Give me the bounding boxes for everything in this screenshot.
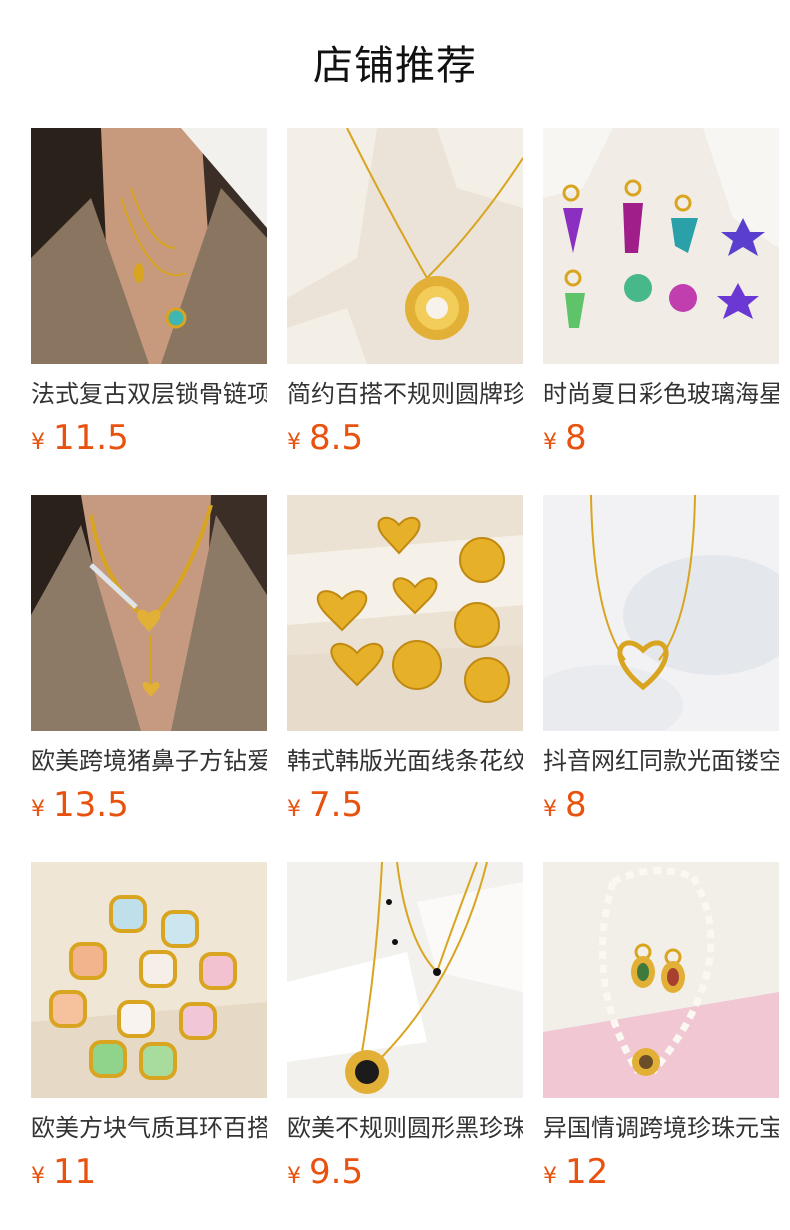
product-card[interactable]: 欧美方块气质耳环百搭耳钉 ¥11	[31, 862, 267, 1229]
product-image[interactable]	[31, 128, 267, 364]
product-name[interactable]: 韩式韩版光面线条花纹爱心耳钉	[287, 744, 523, 778]
product-price: ¥8	[543, 783, 779, 827]
product-image[interactable]	[543, 862, 779, 1098]
product-name[interactable]: 时尚夏日彩色玻璃海星耳环	[543, 377, 779, 411]
product-image[interactable]	[31, 495, 267, 731]
currency-symbol: ¥	[543, 1164, 557, 1189]
product-card[interactable]: 简约百搭不规则圆牌珍珠项链 ¥8.5	[287, 128, 523, 495]
currency-symbol: ¥	[543, 430, 557, 455]
product-card[interactable]: 法式复古双层锁骨链项链 ¥11.5	[31, 128, 267, 495]
price-value: 8	[565, 418, 587, 458]
product-name[interactable]: 简约百搭不规则圆牌珍珠项链	[287, 377, 523, 411]
product-card[interactable]: 韩式韩版光面线条花纹爱心耳钉 ¥7.5	[287, 495, 523, 862]
price-value: 11.5	[53, 418, 129, 458]
product-card[interactable]: 时尚夏日彩色玻璃海星耳环 ¥8	[543, 128, 779, 495]
product-card[interactable]: 异国情调跨境珍珠元宝套装 ¥12	[543, 862, 779, 1229]
product-price: ¥13.5	[31, 783, 267, 827]
currency-symbol: ¥	[31, 797, 45, 822]
product-price: ¥8	[543, 416, 779, 460]
page-title: 店铺推荐	[313, 43, 477, 89]
product-price: ¥7.5	[287, 783, 523, 827]
currency-symbol: ¥	[287, 430, 301, 455]
product-name[interactable]: 欧美不规则圆形黑珍珠双层项链	[287, 1111, 523, 1145]
currency-symbol: ¥	[31, 1164, 45, 1189]
product-image[interactable]	[31, 862, 267, 1098]
price-value: 7.5	[309, 785, 364, 825]
product-price: ¥9.5	[287, 1150, 523, 1194]
product-card[interactable]: 抖音网红同款光面镂空爱心项链 ¥8	[543, 495, 779, 862]
price-value: 8	[565, 785, 587, 825]
product-name[interactable]: 异国情调跨境珍珠元宝套装	[543, 1111, 779, 1145]
currency-symbol: ¥	[543, 797, 557, 822]
price-value: 12	[565, 1152, 609, 1192]
product-price: ¥11.5	[31, 416, 267, 460]
product-card[interactable]: 欧美不规则圆形黑珍珠双层项链 ¥9.5	[287, 862, 523, 1229]
price-value: 9.5	[309, 1152, 364, 1192]
currency-symbol: ¥	[31, 430, 45, 455]
product-price: ¥11	[31, 1150, 267, 1194]
product-image[interactable]	[287, 128, 523, 364]
product-image[interactable]	[287, 495, 523, 731]
product-image[interactable]	[543, 128, 779, 364]
currency-symbol: ¥	[287, 797, 301, 822]
product-name[interactable]: 欧美方块气质耳环百搭耳钉	[31, 1111, 267, 1145]
currency-symbol: ¥	[287, 1164, 301, 1189]
product-image[interactable]	[287, 862, 523, 1098]
product-price: ¥12	[543, 1150, 779, 1194]
price-value: 11	[53, 1152, 97, 1192]
product-grid: 法式复古双层锁骨链项链 ¥11.5 简约百搭不规则圆牌珍珠项链 ¥8.5	[31, 128, 779, 1229]
product-card[interactable]: 欧美跨境猪鼻子方钻爱心项链 ¥13.5	[31, 495, 267, 862]
product-name[interactable]: 欧美跨境猪鼻子方钻爱心项链	[31, 744, 267, 778]
product-price: ¥8.5	[287, 416, 523, 460]
product-image[interactable]	[543, 495, 779, 731]
price-value: 8.5	[309, 418, 364, 458]
product-name[interactable]: 抖音网红同款光面镂空爱心项链	[543, 744, 779, 778]
price-value: 13.5	[53, 785, 129, 825]
product-name[interactable]: 法式复古双层锁骨链项链	[31, 377, 267, 411]
